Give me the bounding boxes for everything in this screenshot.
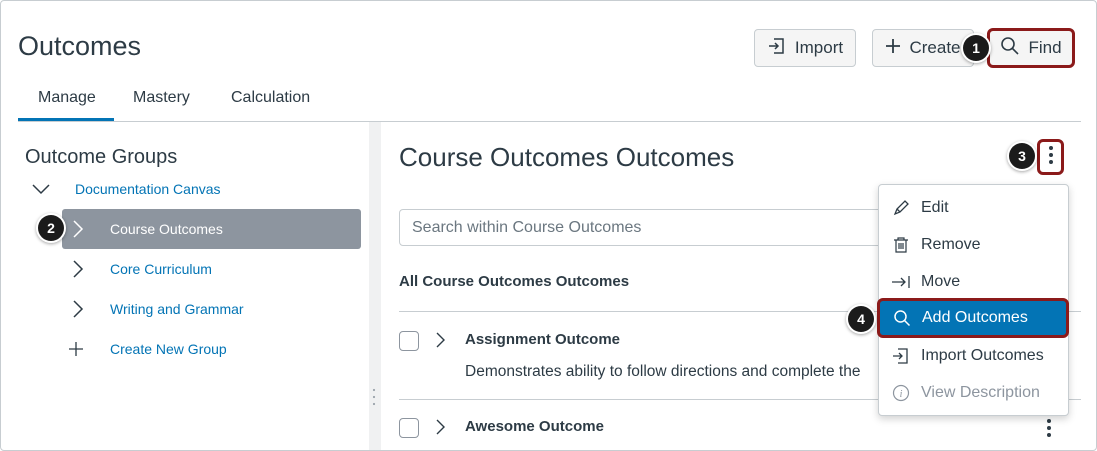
tree-item-core-curriculum[interactable]: Core Curriculum (62, 249, 361, 289)
menu-item-label: Add Outcomes (922, 309, 1028, 326)
tab-manage[interactable]: Manage (38, 89, 96, 107)
import-label: Import (794, 38, 844, 57)
trash-icon (891, 235, 911, 255)
plus-icon (66, 339, 86, 359)
info-icon: i (891, 383, 911, 403)
create-new-group-button[interactable]: Create New Group (62, 329, 361, 369)
tree-item-documentation-canvas[interactable]: Documentation Canvas (18, 169, 358, 209)
menu-item-edit[interactable]: Edit (879, 189, 1068, 226)
chevron-right-icon (68, 299, 88, 319)
chevron-down-icon (31, 179, 51, 199)
menu-item-label: Edit (921, 198, 949, 216)
callout-badge-1: 1 (963, 35, 989, 61)
menu-item-label: Remove (921, 235, 981, 253)
chevron-right-icon[interactable] (435, 418, 449, 436)
outcomes-page: Outcomes Import Create Find 1 Manage Mas… (0, 0, 1097, 451)
tree-item-label: Writing and Grammar (110, 301, 244, 317)
tree-item-course-outcomes[interactable]: Course Outcomes (62, 209, 361, 249)
outcome-kebab-icon[interactable] (1044, 417, 1054, 439)
plus-icon (885, 38, 901, 59)
tree-item-label: Core Curriculum (110, 261, 212, 277)
sidebar-title: Outcome Groups (25, 146, 178, 168)
outcome-checkbox[interactable] (399, 418, 419, 438)
grip-icon (372, 387, 376, 407)
callout-badge-3: 3 (1009, 143, 1035, 169)
menu-item-view-description: i View Description (879, 374, 1068, 411)
menu-item-label: Import Outcomes (921, 346, 1044, 364)
callout-badge-2: 2 (38, 215, 64, 241)
import-icon (891, 346, 911, 366)
tree-item-label: Documentation Canvas (75, 181, 221, 197)
outcome-description: Demonstrates ability to follow direction… (465, 363, 861, 380)
tree-item-writing-and-grammar[interactable]: Writing and Grammar (62, 289, 361, 329)
svg-text:i: i (900, 389, 903, 400)
search-icon (1000, 36, 1020, 61)
outcome-checkbox[interactable] (399, 331, 419, 351)
tab-mastery[interactable]: Mastery (133, 89, 190, 107)
search-input[interactable] (399, 209, 889, 246)
group-title: Course Outcomes Outcomes (399, 142, 735, 172)
menu-item-remove[interactable]: Remove (879, 226, 1068, 263)
search-icon (892, 308, 912, 328)
group-actions-menu: Edit Remove Move Add Outcomes Import Out… (877, 184, 1069, 416)
tree-item-label: Create New Group (110, 341, 227, 357)
kebab-icon (1048, 144, 1054, 171)
outcome-title[interactable]: Assignment Outcome (465, 331, 620, 348)
group-menu-kebab-button[interactable] (1037, 139, 1064, 175)
chevron-right-icon (68, 259, 88, 279)
pencil-icon (891, 198, 911, 218)
page-title: Outcomes (18, 31, 142, 61)
chevron-right-icon[interactable] (435, 331, 449, 349)
outcome-groups-sidebar: Outcome Groups Documentation Canvas Cour… (18, 122, 369, 450)
import-icon (767, 36, 787, 61)
find-label: Find (1028, 38, 1062, 57)
outcome-title[interactable]: Awesome Outcome (465, 418, 604, 435)
import-button[interactable]: Import (754, 29, 856, 67)
create-label: Create (909, 38, 961, 57)
tab-calculation[interactable]: Calculation (231, 89, 321, 107)
callout-badge-4: 4 (848, 306, 874, 332)
menu-item-import-outcomes[interactable]: Import Outcomes (879, 337, 1068, 374)
menu-item-label: View Description (921, 383, 1040, 401)
find-button[interactable]: Find (987, 28, 1075, 68)
menu-item-move[interactable]: Move (879, 263, 1068, 300)
move-arrow-icon (891, 272, 911, 292)
chevron-right-icon (68, 219, 88, 239)
menu-item-add-outcomes[interactable]: Add Outcomes (877, 298, 1069, 338)
list-heading: All Course Outcomes Outcomes (399, 273, 630, 290)
tree-item-label: Course Outcomes (110, 221, 223, 237)
create-button[interactable]: Create (872, 29, 974, 67)
menu-item-label: Move (921, 272, 961, 290)
